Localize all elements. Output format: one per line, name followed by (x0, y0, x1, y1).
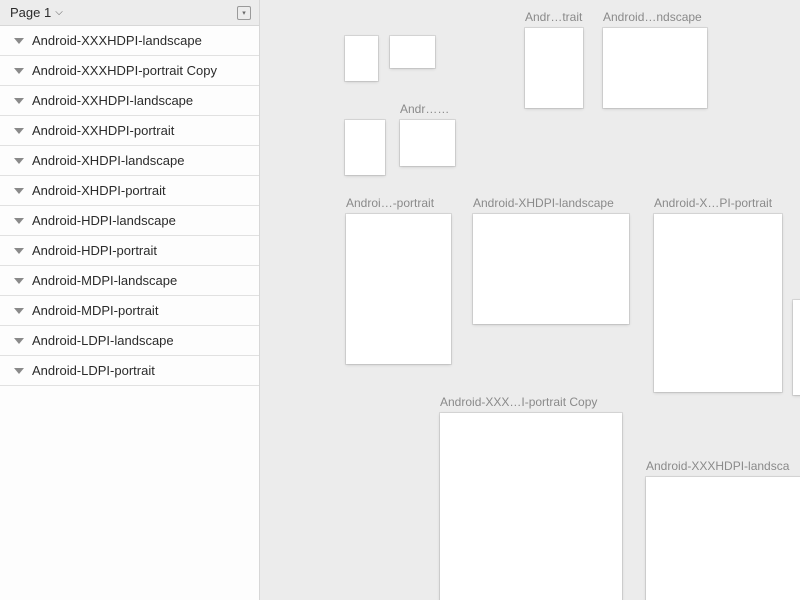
artboard-label[interactable]: Android-XXXHDPI-landsca (646, 457, 800, 477)
layer-label: Android-XXHDPI-landscape (32, 93, 193, 108)
artboard-label[interactable]: Andr…trait (525, 8, 583, 28)
layer-row[interactable]: Android-XHDPI-portrait (0, 176, 259, 206)
layer-label: Android-XHDPI-landscape (32, 153, 184, 168)
artboard-rect[interactable] (345, 120, 385, 175)
layer-row[interactable]: Android-XXXHDPI-landscape (0, 26, 259, 56)
artboard-rect[interactable] (646, 477, 800, 600)
layer-label: Android-LDPI-landscape (32, 333, 174, 348)
artboard-rect[interactable] (525, 28, 583, 108)
design-canvas[interactable]: Andr…trait Android…ndscape Andr…ape Andr… (260, 0, 800, 600)
artboard[interactable]: Android-XXX…I-portrait Copy (440, 413, 622, 600)
layer-label: Android-XHDPI-portrait (32, 183, 166, 198)
layer-label: Android-XXXHDPI-portrait Copy (32, 63, 217, 78)
layer-label: Android-XXXHDPI-landscape (32, 33, 202, 48)
disclosure-triangle-icon[interactable] (14, 338, 24, 344)
artboard-rect[interactable] (345, 36, 378, 81)
artboard-rect[interactable] (793, 300, 800, 395)
disclosure-triangle-icon[interactable] (14, 218, 24, 224)
layer-row[interactable]: Android-XXHDPI-landscape (0, 86, 259, 116)
layer-label: Android-MDPI-portrait (32, 303, 158, 318)
artboard[interactable]: Android-XXXHDPI-landsca (646, 477, 800, 600)
page-selector[interactable]: Page 1 ⌵ ▾ (0, 0, 259, 26)
layer-label: Android-XXHDPI-portrait (32, 123, 174, 138)
layers-sidebar: Page 1 ⌵ ▾ Android-XXXHDPI-landscape And… (0, 0, 260, 600)
layer-row[interactable]: Android-HDPI-landscape (0, 206, 259, 236)
disclosure-triangle-icon[interactable] (14, 128, 24, 134)
artboard[interactable]: Andr…trait (525, 28, 583, 108)
disclosure-triangle-icon[interactable] (14, 158, 24, 164)
artboard-rect[interactable] (473, 214, 629, 324)
artboard-label[interactable]: Android-XXX…I-portrait Copy (440, 393, 622, 413)
layer-list: Android-XXXHDPI-landscape Android-XXXHDP… (0, 26, 259, 600)
disclosure-triangle-icon[interactable] (14, 188, 24, 194)
artboard-label[interactable]: Android-XHDPI-landscape (473, 194, 629, 214)
dropdown-menu-icon[interactable]: ▾ (237, 6, 251, 20)
disclosure-triangle-icon[interactable] (14, 98, 24, 104)
layer-label: Android-MDPI-landscape (32, 273, 177, 288)
layer-row[interactable]: Android-XHDPI-landscape (0, 146, 259, 176)
disclosure-triangle-icon[interactable] (14, 368, 24, 374)
artboard[interactable]: Andr…ape (400, 120, 455, 166)
page-selector-label: Page 1 (10, 5, 51, 20)
layer-row[interactable]: Android-MDPI-portrait (0, 296, 259, 326)
layer-row[interactable]: Android-XXHDPI-portrait (0, 116, 259, 146)
artboard-rect[interactable] (440, 413, 622, 600)
artboard-label[interactable]: Android-X…PI-portrait (654, 194, 782, 214)
layer-row[interactable]: Android-HDPI-portrait (0, 236, 259, 266)
artboard[interactable]: Android-X…PI-portrait (654, 214, 782, 392)
disclosure-triangle-icon[interactable] (14, 308, 24, 314)
disclosure-triangle-icon[interactable] (14, 278, 24, 284)
artboard[interactable]: Android…ndscape (603, 28, 707, 108)
layer-row[interactable]: Android-LDPI-landscape (0, 326, 259, 356)
layer-row[interactable]: Android-MDPI-landscape (0, 266, 259, 296)
artboard-rect[interactable] (346, 214, 451, 364)
disclosure-triangle-icon[interactable] (14, 38, 24, 44)
layer-label: Android-HDPI-landscape (32, 213, 176, 228)
artboard[interactable]: Android-XHDPI-landscape (473, 214, 629, 324)
artboard-label[interactable]: Androi…-portrait (346, 194, 451, 214)
artboard[interactable] (345, 120, 385, 175)
artboard-label[interactable]: Andr…ape (400, 100, 455, 120)
disclosure-triangle-icon[interactable] (14, 248, 24, 254)
layer-row[interactable]: Android-LDPI-portrait (0, 356, 259, 386)
artboard[interactable]: Androi…-portrait (346, 214, 451, 364)
layer-label: Android-HDPI-portrait (32, 243, 157, 258)
layer-row[interactable]: Android-XXXHDPI-portrait Copy (0, 56, 259, 86)
artboard-rect[interactable] (603, 28, 707, 108)
layer-label: Android-LDPI-portrait (32, 363, 155, 378)
artboard[interactable] (345, 36, 378, 81)
artboard-rect[interactable] (654, 214, 782, 392)
artboard-rect[interactable] (390, 36, 435, 68)
artboard[interactable] (390, 36, 435, 68)
chevron-down-icon: ⌵ (55, 7, 63, 18)
artboard[interactable] (793, 300, 800, 395)
disclosure-triangle-icon[interactable] (14, 68, 24, 74)
artboard-label[interactable]: Android…ndscape (603, 8, 707, 28)
artboard-rect[interactable] (400, 120, 455, 166)
